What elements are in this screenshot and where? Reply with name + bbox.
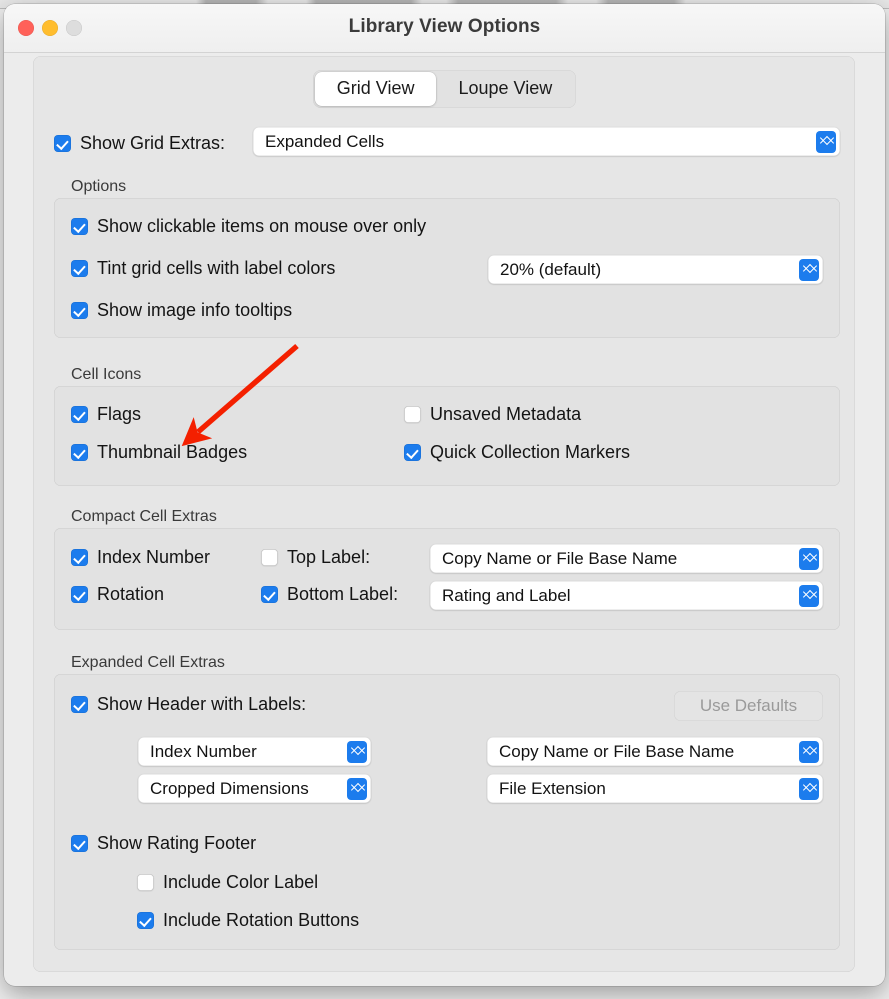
bottom-label-popup-value: Rating and Label — [442, 585, 571, 605]
options-group-title: Options — [71, 178, 127, 195]
thumbnail-badges-checkbox[interactable]: Thumbnail Badges — [71, 442, 247, 463]
checkbox-box-checked — [404, 444, 421, 461]
checkbox-box-unchecked — [404, 406, 421, 423]
checkbox-box-checked — [71, 444, 88, 461]
header-popup-button-3[interactable]: Cropped Dimensions — [138, 774, 371, 803]
tint-amount-popup-button[interactable]: 20% (default) — [488, 255, 823, 284]
bottom-label-label: Bottom Label: — [287, 584, 399, 604]
include-color-label-checkbox[interactable]: Include Color Label — [137, 872, 318, 893]
chevron-up-down-icon — [799, 258, 819, 281]
bottom-label-checkbox[interactable]: Bottom Label: — [261, 584, 398, 605]
unsaved-metadata-checkbox[interactable]: Unsaved Metadata — [404, 404, 581, 425]
header-popup-button-2[interactable]: Copy Name or File Base Name — [487, 737, 823, 766]
top-label-label: Top Label: — [287, 547, 371, 567]
chevron-up-down-icon — [347, 740, 367, 763]
chevron-up-down-icon — [799, 547, 819, 570]
chevron-up-down-icon — [799, 777, 819, 800]
quick-collection-markers-checkbox[interactable]: Quick Collection Markers — [404, 442, 630, 463]
grid-extras-popup-button[interactable]: Expanded Cells — [253, 127, 840, 156]
show-grid-extras-checkbox[interactable]: Show Grid Extras: — [54, 133, 225, 154]
header-popup-button-4[interactable]: File Extension — [487, 774, 823, 803]
tab-loupe-view[interactable]: Loupe View — [436, 72, 574, 106]
grid-extras-popup-value: Expanded Cells — [265, 131, 385, 151]
window-title: Library View Options — [348, 16, 541, 37]
use-defaults-button[interactable]: Use Defaults — [674, 691, 823, 721]
show-rating-footer-label: Show Rating Footer — [97, 833, 257, 853]
chevron-up-down-icon — [799, 740, 819, 763]
checkbox-box-checked — [71, 302, 88, 319]
show-rating-footer-checkbox[interactable]: Show Rating Footer — [71, 833, 256, 854]
checkbox-box-unchecked — [137, 874, 154, 891]
quick-collection-markers-label: Quick Collection Markers — [430, 442, 631, 462]
show-image-info-tooltips-checkbox[interactable]: Show image info tooltips — [71, 300, 292, 321]
include-color-label-label: Include Color Label — [163, 872, 319, 892]
checkbox-box-checked — [71, 260, 88, 277]
checkbox-box-checked — [261, 586, 278, 603]
content-card: Show Grid Extras: Expanded Cells Options… — [33, 56, 855, 972]
show-clickable-items-checkbox[interactable]: Show clickable items on mouse over only — [71, 216, 426, 237]
expanded-cell-extras-group-title: Expanded Cell Extras — [71, 654, 225, 671]
chevron-up-down-icon — [816, 130, 836, 153]
header-popup-value-1: Index Number — [150, 741, 257, 761]
top-label-popup-button[interactable]: Copy Name or File Base Name — [430, 544, 823, 573]
flags-label: Flags — [97, 404, 142, 424]
header-popup-value-3: Cropped Dimensions — [150, 778, 309, 798]
compact-cell-extras-group-title: Compact Cell Extras — [71, 508, 217, 525]
library-view-options-window: Library View Options Show Grid Extras: E… — [4, 4, 885, 986]
unsaved-metadata-label: Unsaved Metadata — [430, 404, 582, 424]
rotation-checkbox[interactable]: Rotation — [71, 584, 164, 605]
view-mode-tabs: Grid View Loupe View — [4, 70, 885, 108]
index-number-label: Index Number — [97, 547, 211, 567]
chevron-up-down-icon — [347, 777, 367, 800]
bottom-label-popup-button[interactable]: Rating and Label — [430, 581, 823, 610]
tint-grid-cells-checkbox[interactable]: Tint grid cells with label colors — [71, 258, 335, 279]
include-rotation-buttons-checkbox[interactable]: Include Rotation Buttons — [137, 910, 359, 931]
tab-grid-view[interactable]: Grid View — [314, 72, 437, 106]
checkbox-box-checked — [71, 218, 88, 235]
window-titlebar: Library View Options — [4, 4, 885, 53]
top-label-popup-value: Copy Name or File Base Name — [442, 548, 678, 568]
chevron-up-down-icon — [799, 584, 819, 607]
rotation-label: Rotation — [97, 584, 165, 604]
cell-icons-group-box — [54, 386, 840, 486]
segmented-control: Grid View Loupe View — [312, 70, 577, 108]
flags-checkbox[interactable]: Flags — [71, 404, 141, 425]
index-number-checkbox[interactable]: Index Number — [71, 547, 210, 568]
show-header-with-labels-label: Show Header with Labels: — [97, 694, 307, 714]
show-clickable-items-label: Show clickable items on mouse over only — [97, 216, 427, 236]
checkbox-box-checked — [71, 406, 88, 423]
use-defaults-label: Use Defaults — [699, 696, 798, 715]
header-popup-value-2: Copy Name or File Base Name — [499, 741, 735, 761]
checkbox-box-checked — [71, 835, 88, 852]
checkbox-box-checked — [137, 912, 154, 929]
tint-amount-popup-value: 20% (default) — [500, 259, 602, 279]
header-popup-value-4: File Extension — [499, 778, 606, 798]
show-grid-extras-label: Show Grid Extras: — [80, 133, 226, 153]
top-label-checkbox[interactable]: Top Label: — [261, 547, 370, 568]
checkbox-box-checked — [71, 586, 88, 603]
cell-icons-group-title: Cell Icons — [71, 366, 142, 383]
checkbox-box-checked — [71, 696, 88, 713]
tint-grid-cells-label: Tint grid cells with label colors — [97, 258, 336, 278]
checkbox-box-checked — [71, 549, 88, 566]
checkbox-box-unchecked — [261, 549, 278, 566]
thumbnail-badges-label: Thumbnail Badges — [97, 442, 248, 462]
show-header-with-labels-checkbox[interactable]: Show Header with Labels: — [71, 694, 306, 715]
include-rotation-buttons-label: Include Rotation Buttons — [163, 910, 360, 930]
checkbox-box-checked — [54, 135, 71, 152]
header-popup-button-1[interactable]: Index Number — [138, 737, 371, 766]
show-image-info-tooltips-label: Show image info tooltips — [97, 300, 293, 320]
